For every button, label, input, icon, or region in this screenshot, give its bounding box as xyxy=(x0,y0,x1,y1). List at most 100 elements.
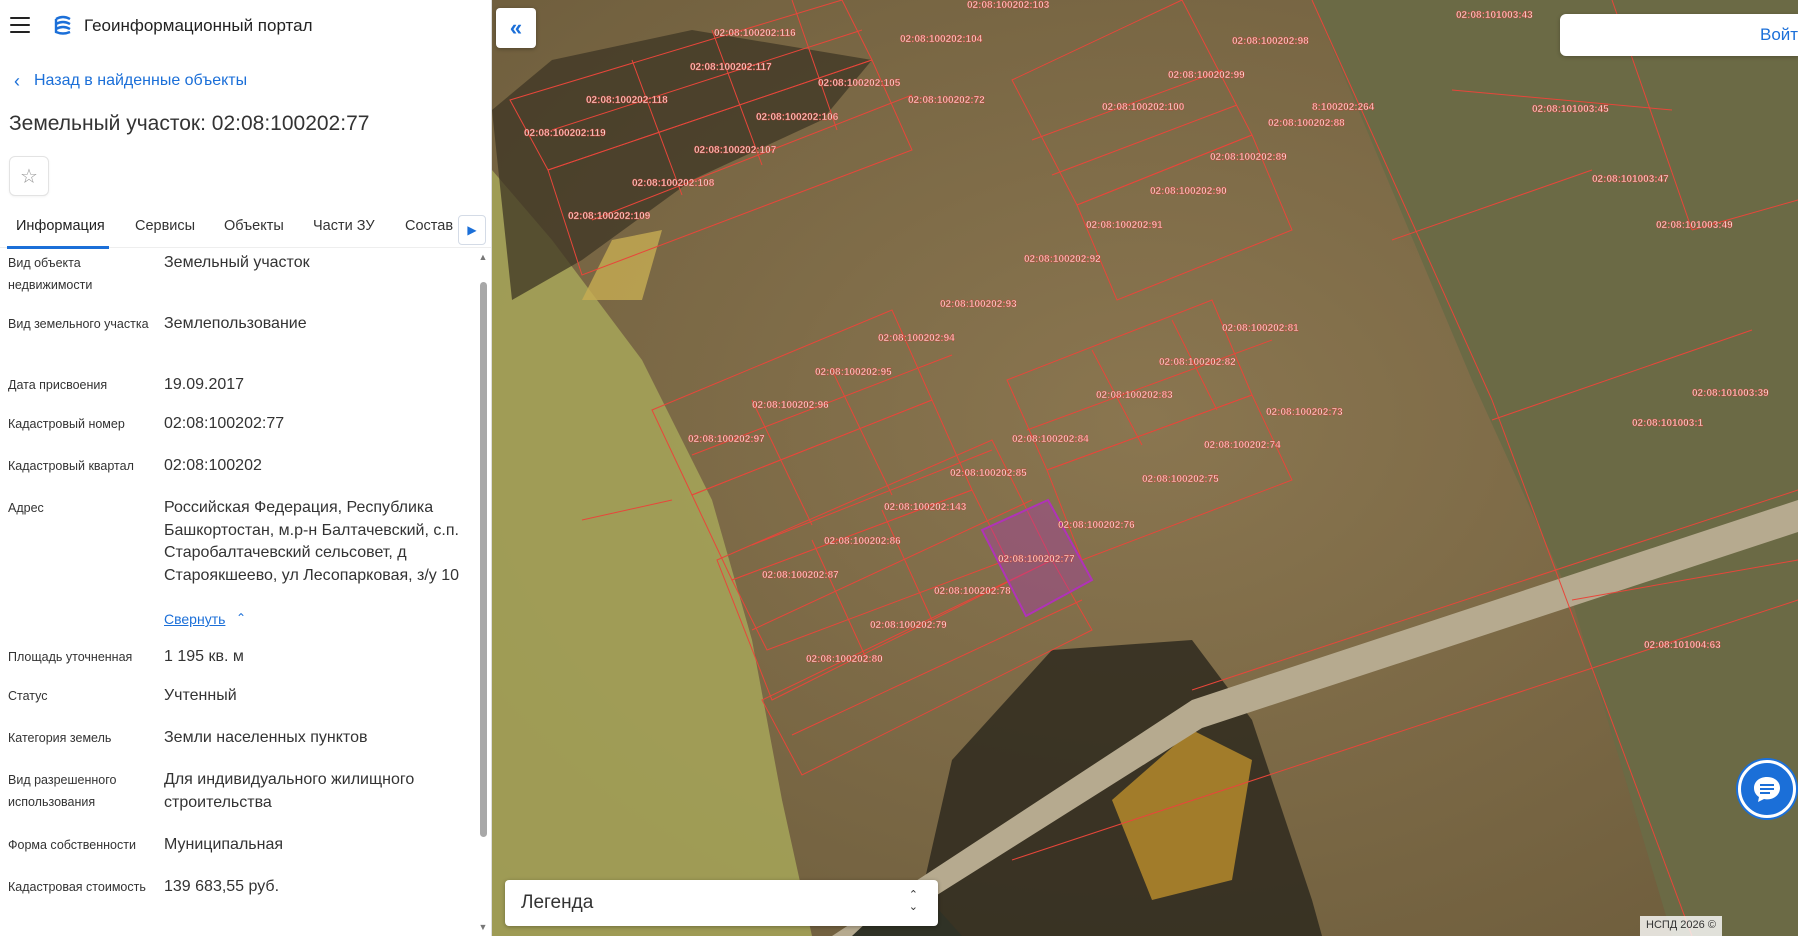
info-value: Земельный участок xyxy=(164,254,310,271)
login-panel: Войти xyxy=(1560,14,1798,56)
parcel-label: 02:08:100202:87 xyxy=(762,570,839,581)
portal-title: Геоинформационный портал xyxy=(84,16,313,35)
parcel-label: 02:08:100202:143 xyxy=(884,502,967,513)
info-value: 19.09.2017 xyxy=(164,376,245,393)
map-view[interactable]: 02:08:100202:116 02:08:100202:104 02:08:… xyxy=(492,0,1798,936)
info-value: Учтенный xyxy=(164,687,237,704)
parcel-label: 02:08:100202:93 xyxy=(940,299,1017,310)
scroll-down-icon[interactable]: ▼ xyxy=(477,922,489,932)
info-value: Земли населенных пунктов xyxy=(164,729,368,746)
satellite-map[interactable]: 02:08:100202:116 02:08:100202:104 02:08:… xyxy=(492,0,1798,936)
parcel-label: 02:08:100202:106 xyxy=(756,112,839,123)
info-value: Для индивидуального жилищного строительс… xyxy=(164,771,415,811)
portal-logo-icon xyxy=(54,15,71,35)
parcel-label: 02:08:100202:84 xyxy=(1012,434,1089,445)
chat-button[interactable] xyxy=(1738,760,1796,818)
double-chevron-left-icon: « xyxy=(509,15,523,40)
sort-arrows-icon: ⌃ ⌄ xyxy=(908,889,918,913)
parcel-label: 02:08:100202:103 xyxy=(967,0,1050,11)
legend-toggle[interactable]: Легенда ⌃ ⌄ xyxy=(505,880,938,926)
parcel-label: 02:08:100202:83 xyxy=(1096,390,1173,401)
parcel-label: 02:08:100202:76 xyxy=(1058,520,1135,531)
parcel-label: 02:08:101004:63 xyxy=(1644,640,1721,651)
info-label: Категория земель xyxy=(8,731,112,745)
parcel-label: 02:08:100202:97 xyxy=(688,434,765,445)
parcel-label: 02:08:100202:82 xyxy=(1159,357,1236,368)
parcel-label: 02:08:100202:81 xyxy=(1222,323,1299,334)
parcel-label: 02:08:100202:80 xyxy=(806,654,883,665)
parcel-label: 02:08:100202:118 xyxy=(586,95,668,106)
scroll-thumb[interactable] xyxy=(480,282,487,837)
parcel-label: 02:08:100202:104 xyxy=(900,34,983,45)
info-label: Дата присвоения xyxy=(8,378,108,392)
star-icon: ☆ xyxy=(20,165,38,188)
back-link-label: Назад в найденные объекты xyxy=(34,72,248,89)
parcel-label: 02:08:100202:99 xyxy=(1168,70,1245,81)
info-label: Кадастровая стоимость xyxy=(8,880,146,894)
parcel-label: 02:08:100202:77 xyxy=(998,554,1075,565)
info-panel: Геоинформационный портал ‹ Назад в найде… xyxy=(0,0,492,936)
info-value: 02:08:100202:77 xyxy=(164,415,285,432)
back-to-results-link[interactable]: ‹ Назад в найденные объекты xyxy=(14,72,247,90)
parcel-label: 02:08:101003:43 xyxy=(1456,10,1533,21)
info-label: Кадастровый номер xyxy=(8,417,125,431)
tab-parts[interactable]: Части ЗУ xyxy=(313,218,375,234)
menu-icon[interactable] xyxy=(10,17,30,33)
parcel-label: 02:08:100202:85 xyxy=(950,468,1027,479)
parcel-label: 02:08:101003:1 xyxy=(1632,418,1704,429)
info-list: Вид объекта недвижимости Земельный участ… xyxy=(0,248,475,936)
scroll-up-icon[interactable]: ▲ xyxy=(477,252,489,262)
info-label: Вид земельного участка xyxy=(8,317,149,331)
info-value: 139 683,55 руб. xyxy=(164,878,280,895)
info-label: Вид разрешенного использования xyxy=(8,773,117,809)
tab-info[interactable]: Информация xyxy=(16,218,105,234)
parcel-label: 02:08:100202:72 xyxy=(908,95,985,106)
chevron-up-icon[interactable]: ⌃ xyxy=(236,611,246,625)
parcel-label: 02:08:101003:45 xyxy=(1532,104,1609,115)
parcel-label: 02:08:100202:94 xyxy=(878,333,955,344)
chevron-left-icon: ‹ xyxy=(14,71,20,91)
parcel-label: 02:08:100202:78 xyxy=(934,586,1011,597)
object-title: Земельный участок: 02:08:100202:77 xyxy=(9,112,370,135)
parcel-label: 02:08:100202:73 xyxy=(1266,407,1343,418)
tab-bar: Информация Сервисы Объекты Части ЗУ Сост… xyxy=(0,208,491,249)
parcel-label: 8:100202:264 xyxy=(1312,102,1375,113)
chat-bubble-icon xyxy=(1754,777,1780,802)
address-value: Российская Федерация, Республика Башкорт… xyxy=(164,499,460,584)
parcel-label: 02:08:101003:39 xyxy=(1692,388,1769,399)
info-label: Вид объекта недвижимости xyxy=(8,256,93,292)
parcel-label: 02:08:100202:75 xyxy=(1142,474,1219,485)
parcel-label: 02:08:100202:98 xyxy=(1232,36,1309,47)
info-label: Адрес xyxy=(8,501,44,515)
parcel-label: 02:08:101003:49 xyxy=(1656,220,1733,231)
parcel-label: 02:08:100202:117 xyxy=(690,62,772,73)
collapse-address-link[interactable]: Свернуть xyxy=(164,611,225,627)
tab-composition[interactable]: Состав xyxy=(405,218,453,234)
parcel-label: 02:08:101003:47 xyxy=(1592,174,1669,185)
parcel-label: 02:08:100202:105 xyxy=(818,78,901,89)
favorite-button[interactable]: ☆ xyxy=(9,156,49,196)
map-copyright: НСПД 2026 © xyxy=(1640,916,1722,936)
parcel-label: 02:08:100202:92 xyxy=(1024,254,1101,265)
info-label: Кадастровый квартал xyxy=(8,459,134,473)
parcel-label: 02:08:100202:86 xyxy=(824,536,901,547)
parcel-label: 02:08:100202:119 xyxy=(524,128,606,139)
legend-label: Легенда xyxy=(521,892,594,913)
info-label: Площадь уточненная xyxy=(8,650,133,664)
tab-services[interactable]: Сервисы xyxy=(135,218,195,234)
collapse-panel-button[interactable]: « xyxy=(496,8,536,48)
parcel-label: 02:08:100202:116 xyxy=(714,28,796,39)
parcel-label: 02:08:100202:79 xyxy=(870,620,947,631)
top-bar: Геоинформационный портал xyxy=(0,0,491,52)
parcel-label: 02:08:100202:96 xyxy=(752,400,829,411)
tab-objects[interactable]: Объекты xyxy=(224,218,284,234)
parcel-label: 02:08:100202:107 xyxy=(694,145,777,156)
parcel-label: 02:08:100202:88 xyxy=(1268,118,1345,129)
parcel-label: 02:08:100202:91 xyxy=(1086,220,1163,231)
parcel-label: 02:08:100202:100 xyxy=(1102,102,1185,113)
parcel-label: 02:08:100202:90 xyxy=(1150,186,1227,197)
tabs-next-button[interactable]: ▶ xyxy=(458,215,486,245)
info-value: Землепользование xyxy=(164,315,307,332)
login-button[interactable]: Войти xyxy=(1760,25,1798,45)
info-scrollbar[interactable]: ▲ ▼ xyxy=(477,252,489,932)
